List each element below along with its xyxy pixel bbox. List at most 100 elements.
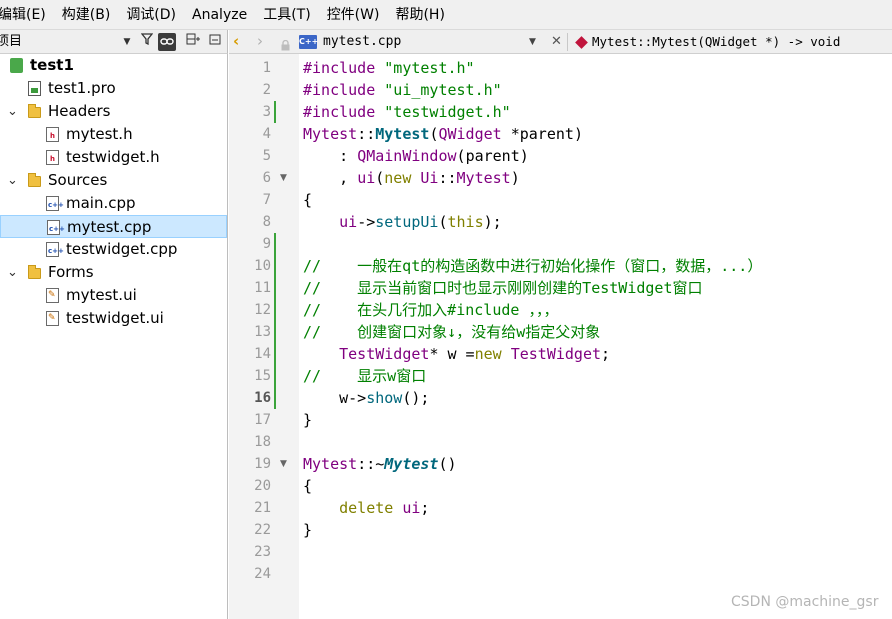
code-token: // 一般在qt的构造函数中进行初始化操作（窗口，数据，...） (303, 257, 763, 275)
code-token: show (366, 389, 403, 407)
toolbar-separator (567, 33, 568, 51)
tree-item-label: main.cpp (66, 194, 136, 212)
open-document-selector[interactable]: mytest.cpp (323, 33, 401, 51)
tree-item[interactable]: test1.pro (0, 77, 227, 100)
code-line[interactable]: Mytest::Mytest(QWidget *parent) (303, 123, 583, 145)
code-line[interactable]: { (303, 189, 312, 211)
code-line[interactable]: , ui(new Ui::Mytest) (303, 167, 520, 189)
tree-item[interactable]: c++ testwidget.cpp (0, 238, 227, 261)
code-token: ) (573, 125, 583, 143)
code-token: { (303, 477, 313, 495)
code-line[interactable]: // 显示当前窗口时也显示刚刚创建的TestWidget窗口 (303, 277, 703, 299)
tree-item[interactable]: c++ main.cpp (0, 192, 227, 215)
code-token: parent (465, 147, 520, 165)
code-line[interactable]: delete ui; (303, 497, 429, 519)
code-token: #include (303, 81, 385, 99)
line-number: 22 (254, 522, 271, 538)
editor-toolbar: ‹ › C++ mytest.cpp ▼ ✕ Mytest::Mytest(QW… (229, 30, 892, 54)
line-number: 16 (254, 390, 271, 406)
folder-icon (28, 173, 41, 187)
code-line[interactable]: #include "ui_mytest.h" (303, 79, 502, 101)
line-number: 9 (262, 236, 271, 252)
tree-item[interactable]: ✎ testwidget.ui (0, 307, 227, 330)
tree-item[interactable]: ⌄ Forms (0, 261, 227, 284)
code-line[interactable]: TestWidget* w =new TestWidget; (303, 343, 610, 365)
menubar: 编辑(E) 构建(B) 调试(D) Analyze 工具(T) 控件(W) 帮助(H) (0, 0, 892, 30)
code-token: = (456, 345, 475, 363)
symbol-selector[interactable]: Mytest::Mytest(QWidget *) -> void (592, 33, 840, 51)
qt-project-icon (10, 58, 23, 73)
projects-view-selector[interactable]: 项目 (0, 33, 22, 50)
cpp-file-icon: C++ (299, 35, 318, 49)
line-number: 1 (262, 60, 271, 76)
code-token: -> (348, 389, 367, 407)
code-token: new (474, 345, 502, 363)
menu-item[interactable]: 调试(D) (118, 0, 184, 30)
navigate-back-icon[interactable]: ‹ (233, 32, 239, 50)
split-icon[interactable] (184, 33, 202, 51)
tree-item-label: mytest.h (66, 125, 133, 143)
code-token: // 显示当前窗口时也显示刚刚创建的TestWidget窗口 (303, 279, 703, 297)
code-line[interactable]: Mytest::~Mytest() (303, 453, 457, 475)
close-document-icon[interactable]: ✕ (551, 32, 562, 52)
menu-item[interactable]: Analyze (184, 0, 255, 30)
fold-marker-icon[interactable]: ▼ (280, 167, 287, 189)
project-tree: test1 test1.pro ⌄ Headers h mytest.h h testwidg… (0, 54, 228, 619)
code-line[interactable]: // 创建窗口对象↓，没有给w指定父对象 (303, 321, 600, 343)
code-token: TestWidget (339, 345, 430, 363)
expand-arrow-icon[interactable]: ⌄ (7, 101, 18, 122)
code-token: // 显示w窗口 (303, 367, 427, 385)
menu-item[interactable]: 构建(B) (54, 0, 119, 30)
code-line[interactable]: #include "testwidget.h" (303, 101, 511, 123)
chevron-down-icon[interactable]: ▼ (529, 32, 536, 52)
code-line[interactable]: // 一般在qt的构造函数中进行初始化操作（窗口，数据，...） (303, 255, 762, 277)
line-number: 15 (254, 368, 271, 384)
code-line[interactable]: } (303, 519, 312, 541)
menu-item[interactable]: 工具(T) (255, 0, 318, 30)
tree-item[interactable]: ✎ mytest.ui (0, 284, 227, 307)
tree-item-label: test1.pro (48, 79, 116, 97)
menu-item[interactable]: 控件(W) (319, 0, 388, 30)
link-editor-icon[interactable] (158, 33, 176, 51)
code-token: #include (303, 103, 385, 121)
tree-item[interactable]: ⌄ Sources (0, 169, 227, 192)
code-token: * (501, 125, 520, 143)
code-token: // 创建窗口对象↓，没有给w指定父对象 (303, 323, 601, 341)
fold-marker-icon[interactable]: ▼ (280, 453, 287, 475)
filter-icon[interactable] (138, 33, 156, 51)
folder-icon (28, 104, 41, 118)
line-number: 19 (254, 456, 271, 472)
tree-item-label: mytest.cpp (67, 218, 152, 236)
expand-arrow-icon[interactable]: ⌄ (7, 262, 18, 283)
tree-item[interactable]: ⌄ Headers (0, 100, 227, 123)
code-line[interactable]: } (303, 409, 312, 431)
code-token: ( (438, 213, 448, 231)
tree-item[interactable]: h testwidget.h (0, 146, 227, 169)
tree-item[interactable]: test1 (0, 54, 227, 77)
close-pane-icon[interactable] (206, 33, 224, 51)
code-line[interactable]: ui->setupUi(this); (303, 211, 502, 233)
code-token: , (303, 169, 358, 187)
code-line[interactable]: // 显示w窗口 (303, 365, 426, 387)
menu-item[interactable]: 编辑(E) (0, 0, 54, 30)
code-line[interactable]: : QMainWindow(parent) (303, 145, 529, 167)
navigate-forward-icon[interactable]: › (257, 32, 263, 50)
menu-item[interactable]: 帮助(H) (387, 0, 452, 30)
forms-folder-icon (28, 265, 41, 279)
tree-item[interactable]: h mytest.h (0, 123, 227, 146)
code-line[interactable]: // 在头几行加入#include ，，， (303, 299, 558, 321)
code-token: w (447, 345, 457, 363)
code-token: TestWidget (510, 345, 602, 363)
expand-arrow-icon[interactable]: ⌄ (7, 170, 18, 191)
projects-toolbar: 项目 ▼ (0, 30, 228, 54)
code-token: ui (357, 169, 376, 187)
line-number: 23 (254, 544, 271, 560)
code-line[interactable]: w->show(); (303, 387, 429, 409)
code-token: Mytest (303, 125, 358, 143)
code-line[interactable]: { (303, 475, 312, 497)
tree-item[interactable]: c++ mytest.cpp (0, 215, 227, 238)
code-line[interactable]: #include "mytest.h" (303, 57, 475, 79)
view-dropdown-icon[interactable]: ▼ (118, 33, 136, 51)
code-token: this (447, 213, 484, 231)
